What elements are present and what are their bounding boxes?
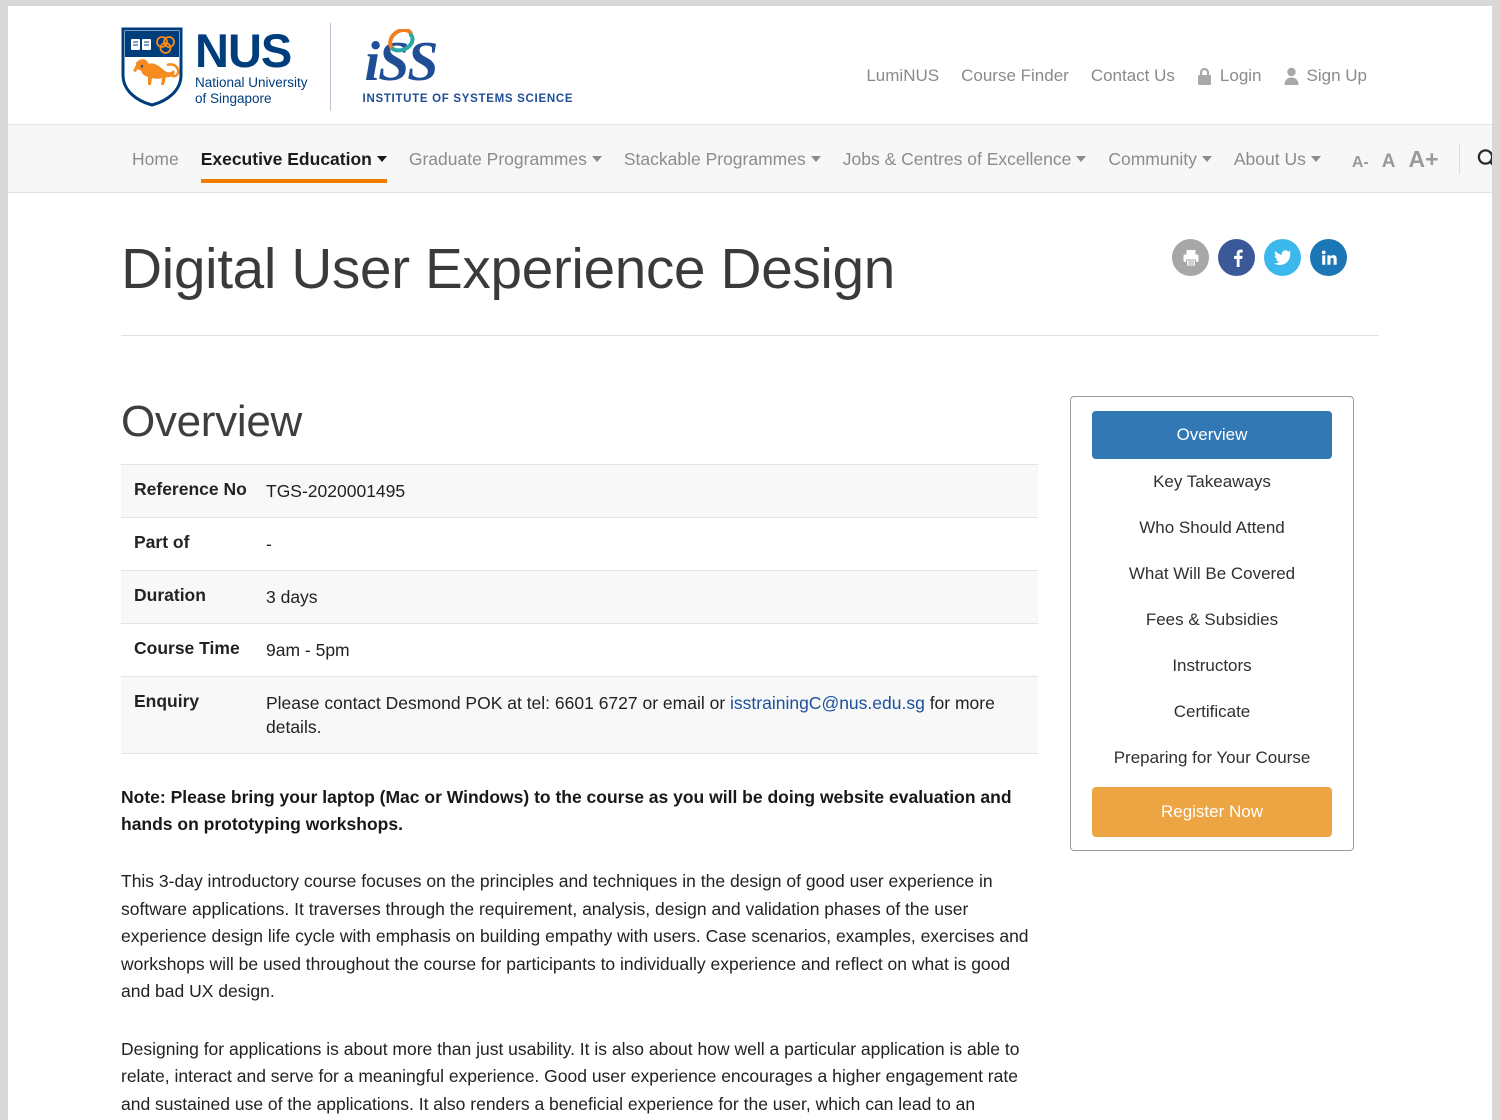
nav-item-graduate-programmes-label: Graduate Programmes xyxy=(408,148,587,169)
course-info-table: Reference No TGS-2020001495 Part of - Du… xyxy=(121,464,1038,754)
table-row: Course Time 9am - 5pm xyxy=(121,623,1038,677)
chevron-down-icon xyxy=(376,156,387,162)
nav-item-about-us-label: About Us xyxy=(1233,148,1306,169)
overview-paragraph-2: Designing for applications is about more… xyxy=(121,1038,1020,1114)
utility-login-label: Login xyxy=(1219,66,1262,85)
nav-item-graduate-programmes[interactable]: Graduate Programmes xyxy=(398,125,613,193)
search-button[interactable] xyxy=(1476,148,1492,170)
overview-paragraph-1: This 3-day introductory course focuses o… xyxy=(121,871,1029,1001)
table-row: Duration 3 days xyxy=(121,570,1038,624)
lock-icon xyxy=(1197,67,1211,85)
nav-item-home-label: Home xyxy=(132,148,179,169)
enquiry-text-before: Please contact Desmond POK at tel: 6601 … xyxy=(266,693,731,713)
chevron-down-icon xyxy=(591,156,602,162)
site-logo[interactable]: NUS National University of Singapore iSS… xyxy=(121,19,573,114)
nav-item-community[interactable]: Community xyxy=(1097,125,1223,193)
page-root: NUS National University of Singapore iSS… xyxy=(8,6,1492,1120)
table-value-duration: 3 days xyxy=(266,587,318,607)
user-icon xyxy=(1284,67,1299,85)
nav-item-list: Home Executive Education Graduate Progra… xyxy=(121,125,1492,193)
sidebar-item-certificate[interactable]: Certificate xyxy=(1092,689,1332,735)
font-size-controls: A- A A+ xyxy=(1352,146,1439,173)
enquiry-email-link[interactable]: isstrainingC@nus.edu.sg xyxy=(730,693,925,713)
nav-item-executive-education-label: Executive Education xyxy=(200,148,372,169)
utility-signup-label: Sign Up xyxy=(1306,66,1367,85)
sidebar-item-who-should-attend[interactable]: Who Should Attend xyxy=(1092,505,1332,551)
section-heading-overview: Overview xyxy=(121,397,302,446)
iss-subtitle: INSTITUTE OF SYSTEMS SCIENCE xyxy=(362,92,574,105)
main-column: Overview Reference No TGS-2020001495 Par… xyxy=(121,396,1038,1120)
nav-item-stackable-programmes-label: Stackable Programmes xyxy=(623,148,806,169)
utility-link-contact-us[interactable]: Contact Us xyxy=(1091,66,1175,86)
register-now-button[interactable]: Register Now xyxy=(1092,787,1332,837)
twitter-icon xyxy=(1274,250,1291,265)
nav-item-jobs-centres-of-excellence-label: Jobs & Centres of Excellence xyxy=(842,148,1072,169)
sidebar-column: Overview Key Takeaways Who Should Attend… xyxy=(1070,396,1354,1120)
search-icon xyxy=(1477,149,1492,167)
utility-link-login[interactable]: Login xyxy=(1197,66,1262,86)
sidebar-item-fees-subsidies[interactable]: Fees & Subsidies xyxy=(1092,597,1332,643)
chevron-down-icon xyxy=(1310,156,1321,162)
utility-link-signup[interactable]: Sign Up xyxy=(1284,66,1367,86)
nus-subtitle-line2: of Singapore xyxy=(195,90,272,106)
nus-subtitle-line1: National University xyxy=(195,74,308,90)
sidebar-item-overview[interactable]: Overview xyxy=(1092,411,1332,459)
nus-word: NUS xyxy=(195,23,292,77)
font-size-normal-button[interactable]: A xyxy=(1382,151,1396,173)
sidebar-item-what-will-be-covered[interactable]: What Will Be Covered xyxy=(1092,551,1332,597)
nav-item-community-label: Community xyxy=(1108,148,1197,169)
section-nav-panel: Overview Key Takeaways Who Should Attend… xyxy=(1070,396,1354,851)
font-size-decrease-button[interactable]: A- xyxy=(1352,154,1369,172)
chevron-down-icon xyxy=(1201,156,1212,162)
print-button[interactable] xyxy=(1172,239,1209,276)
nus-shield-icon xyxy=(121,27,183,107)
table-label-enquiry: Enquiry xyxy=(134,691,200,711)
linkedin-icon xyxy=(1321,250,1337,265)
nav-item-about-us[interactable]: About Us xyxy=(1223,125,1332,193)
linkedin-share-button[interactable] xyxy=(1310,239,1347,276)
chevron-down-icon xyxy=(810,156,821,162)
utility-link-course-finder[interactable]: Course Finder xyxy=(961,66,1069,86)
table-row: Part of - xyxy=(121,517,1038,571)
page-content: Digital User Experience Design Overview … xyxy=(8,193,1492,1120)
nav-divider xyxy=(1458,144,1460,174)
site-header: NUS National University of Singapore iSS… xyxy=(8,6,1492,125)
sidebar-item-key-takeaways[interactable]: Key Takeaways xyxy=(1092,459,1332,505)
chevron-down-icon xyxy=(1076,156,1087,162)
sidebar-item-instructors[interactable]: Instructors xyxy=(1092,643,1332,689)
utility-link-luminus[interactable]: LumiNUS xyxy=(866,66,939,86)
social-share-icons xyxy=(1172,239,1347,276)
table-label-reference-no: Reference No xyxy=(134,479,247,499)
main-navigation: Home Executive Education Graduate Progra… xyxy=(8,125,1492,193)
twitter-share-button[interactable] xyxy=(1264,239,1301,276)
table-value-enquiry: Please contact Desmond POK at tel: 6601 … xyxy=(266,677,1038,754)
logo-divider xyxy=(329,22,331,111)
print-icon xyxy=(1183,249,1198,266)
page-title-row: Digital User Experience Design xyxy=(121,193,1379,336)
sidebar-item-preparing-for-your-course[interactable]: Preparing for Your Course xyxy=(1092,735,1332,781)
table-label-course-time: Course Time xyxy=(134,638,240,658)
nav-item-executive-education[interactable]: Executive Education xyxy=(190,125,398,193)
nav-item-jobs-centres-of-excellence[interactable]: Jobs & Centres of Excellence xyxy=(832,125,1098,193)
nus-wordmark: NUS National University of Singapore xyxy=(195,23,308,106)
table-value-part-of: - xyxy=(266,534,272,554)
table-row: Enquiry Please contact Desmond POK at te… xyxy=(121,676,1038,754)
facebook-share-button[interactable] xyxy=(1218,239,1255,276)
course-note: Note: Please bring your laptop (Mac or W… xyxy=(121,787,1012,834)
table-value-reference-no: TGS-2020001495 xyxy=(266,481,406,501)
iss-swoosh-icon xyxy=(387,28,415,52)
nav-item-stackable-programmes[interactable]: Stackable Programmes xyxy=(613,125,832,193)
table-label-duration: Duration xyxy=(134,585,206,605)
facebook-icon xyxy=(1233,249,1243,267)
iss-logo: iSS INSTITUTE OF SYSTEMS SCIENCE xyxy=(357,28,574,105)
table-row: Reference No TGS-2020001495 xyxy=(121,464,1038,518)
table-label-part-of: Part of xyxy=(134,532,190,552)
nav-item-home[interactable]: Home xyxy=(121,125,190,193)
body-row: Overview Reference No TGS-2020001495 Par… xyxy=(121,336,1379,1120)
table-value-course-time: 9am - 5pm xyxy=(266,640,350,660)
utility-nav: LumiNUS Course Finder Contact Us Login S… xyxy=(866,66,1367,86)
font-size-increase-button[interactable]: A+ xyxy=(1408,146,1438,173)
